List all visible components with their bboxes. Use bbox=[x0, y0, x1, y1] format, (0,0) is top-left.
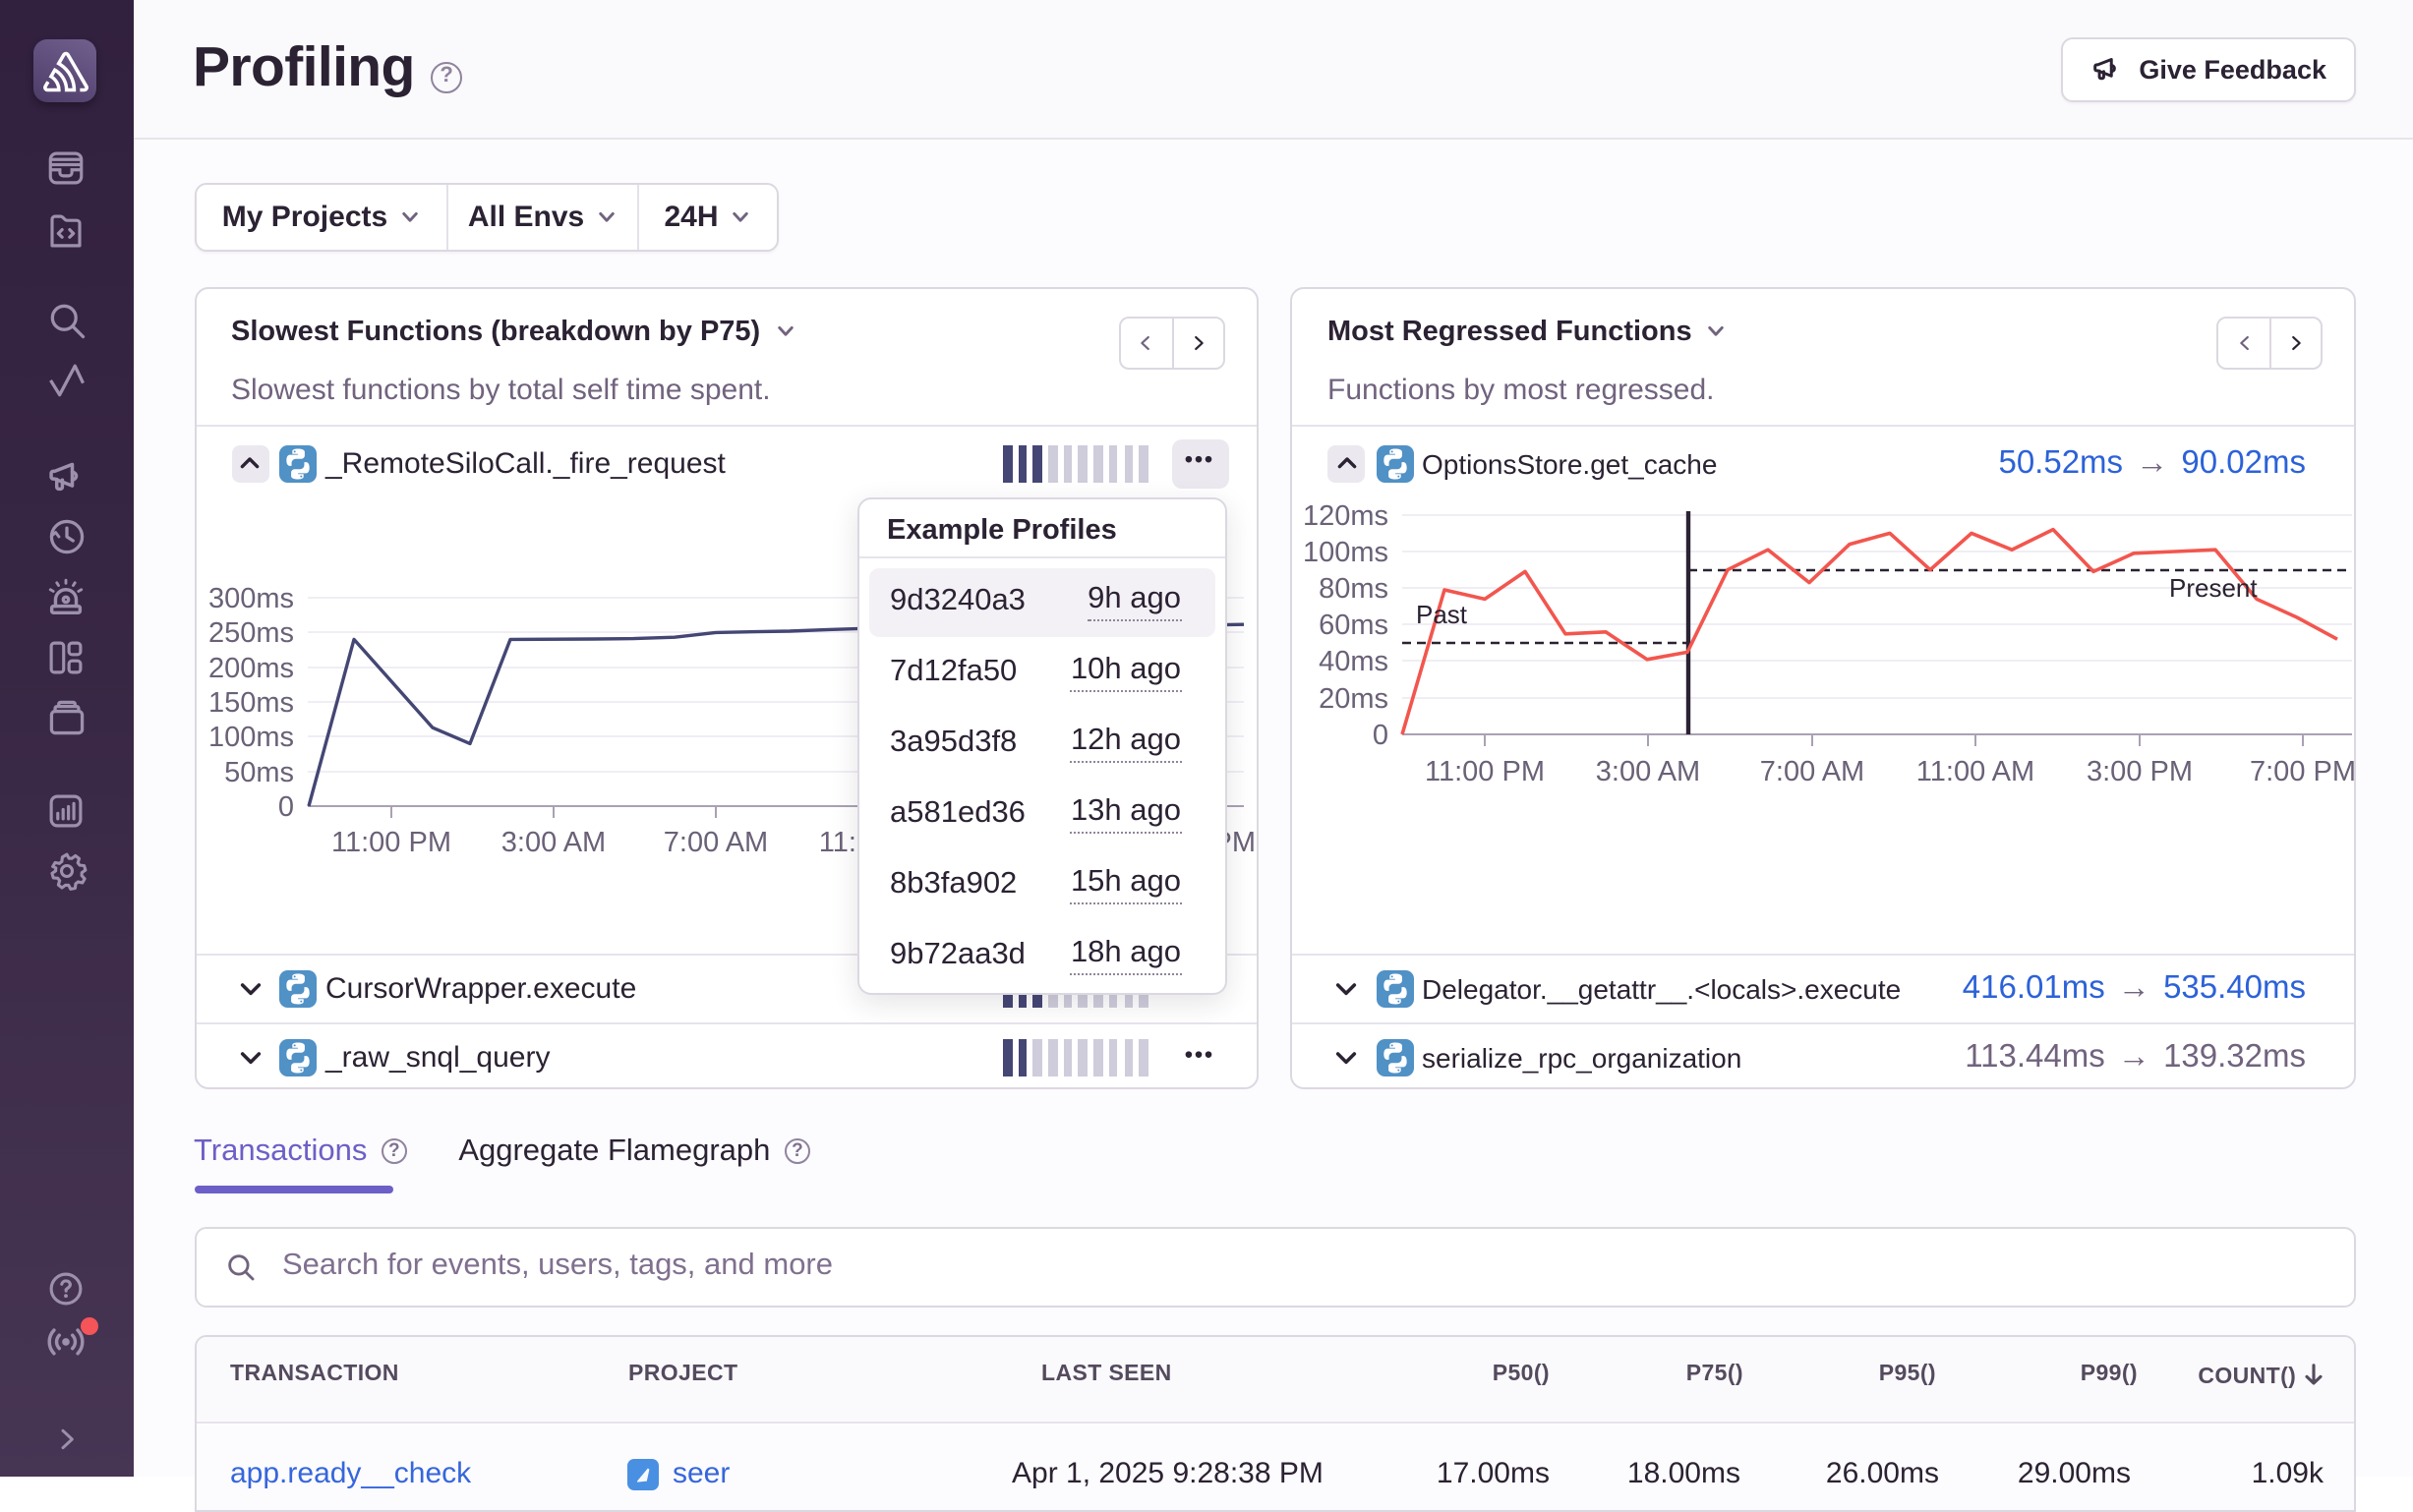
svg-text:50ms: 50ms bbox=[223, 756, 293, 787]
svg-text:20ms: 20ms bbox=[1319, 682, 1388, 714]
svg-text:150ms: 150ms bbox=[207, 686, 293, 718]
svg-text:3:00 PM: 3:00 PM bbox=[2087, 755, 2193, 786]
svg-text:0: 0 bbox=[1373, 719, 1388, 750]
svg-text:200ms: 200ms bbox=[207, 652, 293, 683]
svg-text:0: 0 bbox=[277, 790, 293, 822]
svg-text:11:00 AM: 11:00 AM bbox=[1916, 755, 2034, 786]
svg-text:40ms: 40ms bbox=[1319, 645, 1388, 676]
svg-text:11:00 PM: 11:00 PM bbox=[1425, 755, 1545, 786]
svg-text:300ms: 300ms bbox=[207, 582, 293, 613]
svg-text:100ms: 100ms bbox=[207, 721, 293, 752]
svg-text:250ms: 250ms bbox=[207, 616, 293, 648]
svg-text:7:00 PM: 7:00 PM bbox=[2250, 755, 2356, 786]
svg-text:60ms: 60ms bbox=[1319, 609, 1388, 640]
svg-text:Past: Past bbox=[1416, 599, 1468, 628]
svg-text:7:00 AM: 7:00 AM bbox=[663, 826, 767, 857]
svg-text:Present: Present bbox=[2169, 572, 2258, 602]
svg-text:11:00 PM: 11:00 PM bbox=[330, 826, 450, 857]
svg-text:3:00 AM: 3:00 AM bbox=[1596, 755, 1700, 786]
svg-text:120ms: 120ms bbox=[1303, 500, 1388, 531]
svg-text:7:00 AM: 7:00 AM bbox=[1760, 755, 1864, 786]
svg-text:80ms: 80ms bbox=[1319, 572, 1388, 604]
svg-text:100ms: 100ms bbox=[1303, 536, 1388, 567]
svg-text:3:00 AM: 3:00 AM bbox=[500, 826, 605, 857]
